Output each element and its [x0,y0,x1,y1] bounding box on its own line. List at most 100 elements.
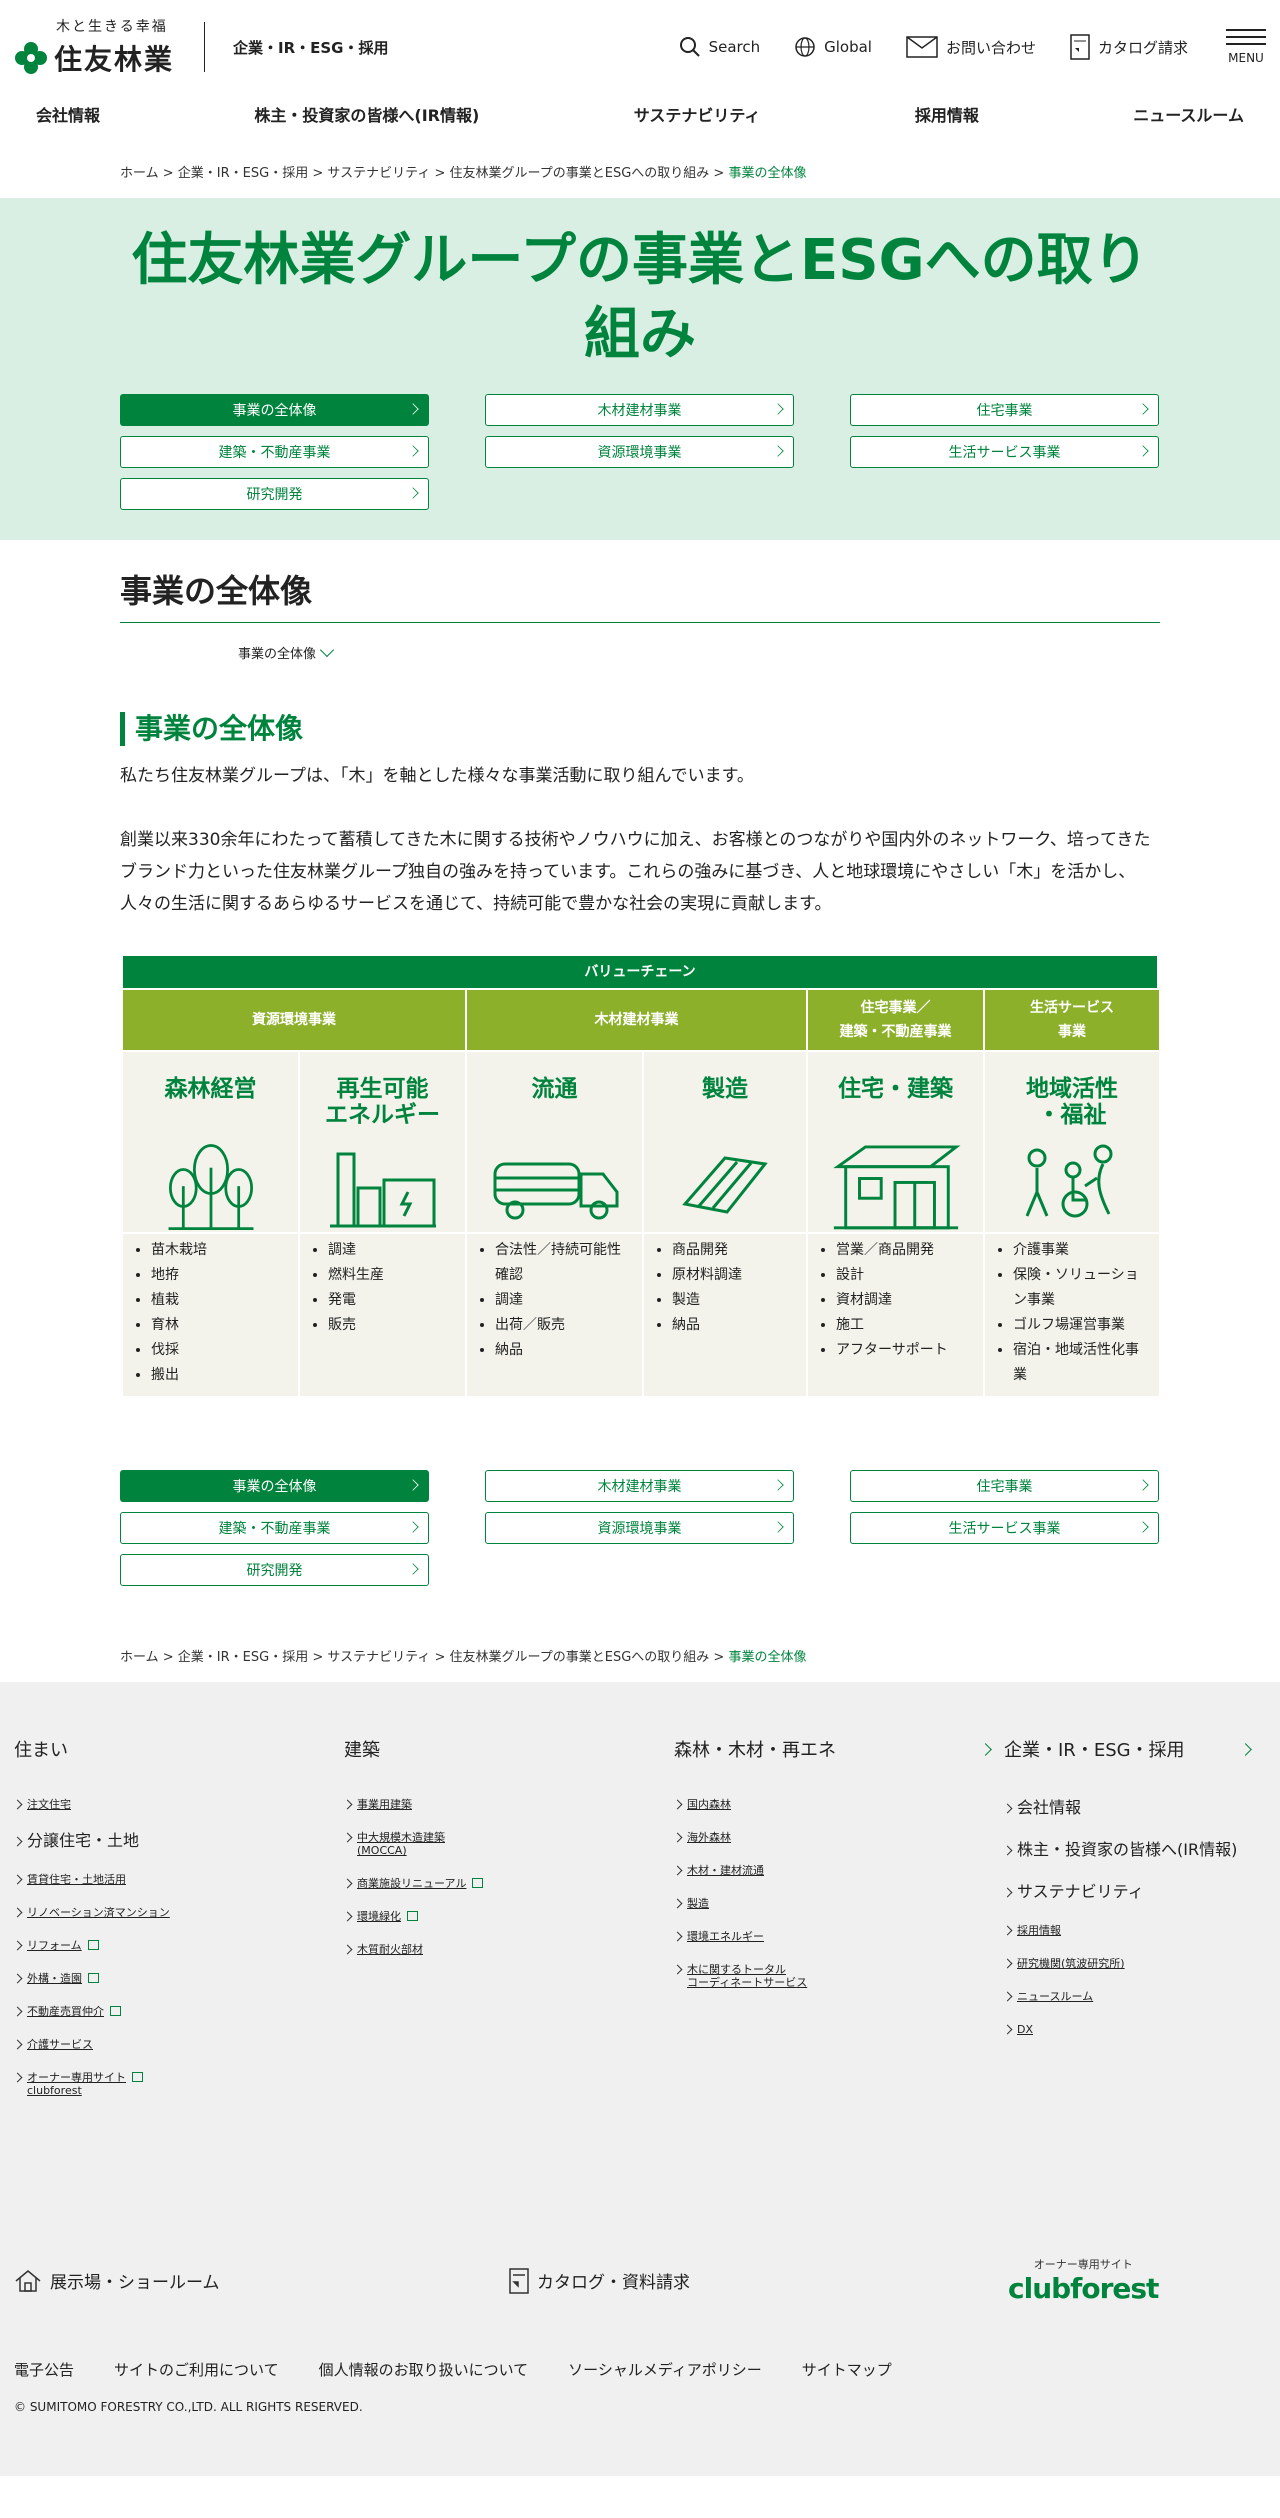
breadcrumb-sustainability[interactable]: サステナビリティ [327,166,430,181]
gnav-newsroom[interactable]: ニュースルーム [1133,102,1244,126]
chevron-right-icon [12,2039,23,2050]
search-button[interactable]: Search [679,36,760,58]
breadcrumb-sustainability[interactable]: サステナビリティ [327,1650,430,1665]
footer-link-label: 木材・建材流通 [687,1864,764,1877]
tab-construction[interactable]: 建築・不動産事業 [120,436,429,468]
link-sitemap[interactable]: サイトマップ [802,2359,892,2380]
chevron-right-icon [1002,1925,1013,1936]
breadcrumb-esg[interactable]: 住友林業グループの事業とESGへの取り組み [450,166,710,181]
global-button[interactable]: Global [794,36,872,58]
footer-link[interactable]: 商業施設リニューアル [342,1877,674,1890]
chevron-right-icon [1002,1803,1013,1814]
site-logo[interactable]: 木と生きる幸福 住友林業 [14,16,182,78]
gnav-recruit[interactable]: 採用情報 [915,102,979,126]
footer-columns: 住まい 注文住宅分譲住宅・土地賃貸住宅・土地活用リノベーション済マンションリフォ… [12,1734,1266,2117]
footer-link[interactable]: オーナー専用サイト clubforest [12,2071,344,2097]
hero: 住友林業グループの事業とESGへの取り組み 事業の全体像 木材建材事業 住宅事業… [0,198,1280,540]
tab-research[interactable]: 研究開発 [120,478,429,510]
link-privacy[interactable]: 個人情報のお取り扱いについて [319,2359,529,2380]
link-site-terms[interactable]: サイトのご利用について [114,2359,279,2380]
tab-research[interactable]: 研究開発 [120,1554,429,1586]
footer-link[interactable]: サステナビリティ [1002,1882,1264,1902]
contact-button[interactable]: お問い合わせ [906,36,1036,58]
breadcrumb-corporate[interactable]: 企業・IR・ESG・採用 [178,166,308,181]
showroom-link[interactable]: 展示場・ショールーム [14,2268,509,2293]
clubforest-link[interactable]: オーナー専用サイト clubforest [1008,2256,1159,2305]
footer-link-label: 事業用建築 [357,1798,412,1811]
tab-timber[interactable]: 木材建材事業 [485,394,794,426]
footer-link[interactable]: 研究機関(筑波研究所) [1002,1957,1264,1970]
tab-resources[interactable]: 資源環境事業 [485,436,794,468]
footer-link-label: 不動産売買仲介 [27,2005,104,2018]
tab-overview[interactable]: 事業の全体像 [120,1470,429,1502]
business-tabs: 事業の全体像 木材建材事業 住宅事業 建築・不動産事業 資源環境事業 生活サービ… [120,394,1160,510]
tab-lifestyle[interactable]: 生活サービス事業 [850,1512,1159,1544]
header-divider [204,22,205,72]
menu-button[interactable]: MENU [1226,29,1266,65]
footer-link[interactable]: 注文住宅 [12,1798,344,1811]
footer-link[interactable]: 木質耐火部材 [342,1943,674,1956]
care-icon [1025,1144,1113,1218]
footer-heading[interactable]: 森林・木材・再エネ [674,1734,1004,1764]
footer-link[interactable]: 事業用建築 [342,1798,674,1811]
tab-housing[interactable]: 住宅事業 [850,394,1159,426]
catalog-button[interactable]: カタログ請求 [1070,34,1188,60]
footer-link[interactable]: リノベーション済マンション [12,1906,344,1919]
anchor-link[interactable]: 事業の全体像 [238,642,1160,662]
chevron-right-icon [407,1479,419,1491]
gnav-sustainability[interactable]: サステナビリティ [634,102,761,126]
breadcrumb-home[interactable]: ホーム [120,166,159,181]
breadcrumb-esg[interactable]: 住友林業グループの事業とESGへの取り組み [450,1650,710,1665]
footer-link-label: 国内森林 [687,1798,731,1811]
gnav-company[interactable]: 会社情報 [36,102,100,126]
tab-construction[interactable]: 建築・不動産事業 [120,1512,429,1544]
breadcrumb-home[interactable]: ホーム [120,1650,159,1665]
footer-link[interactable]: 海外森林 [672,1831,1004,1844]
chevron-right-icon [407,445,419,457]
footer-link-label: リノベーション済マンション [27,1906,170,1919]
footer-link[interactable]: 外構・造園 [12,1972,344,1985]
link-public-notice[interactable]: 電子公告 [14,2359,74,2380]
tab-overview[interactable]: 事業の全体像 [120,394,429,426]
breadcrumb-corporate[interactable]: 企業・IR・ESG・採用 [178,1650,308,1665]
footer-link[interactable]: 採用情報 [1002,1924,1264,1937]
tab-lifestyle[interactable]: 生活サービス事業 [850,436,1159,468]
footer-link[interactable]: 賃貸住宅・土地活用 [12,1873,344,1886]
gnav-ir[interactable]: 株主・投資家の皆様へ(IR情報) [254,102,479,126]
footer-link[interactable]: リフォーム [12,1939,344,1952]
footer-link[interactable]: 分譲住宅・土地 [12,1831,344,1851]
header-subtitle[interactable]: 企業・IR・ESG・採用 [233,37,389,58]
footer-link[interactable]: 株主・投資家の皆様へ(IR情報) [1002,1840,1264,1860]
footer-link[interactable]: 木材・建材流通 [672,1864,1004,1877]
footer-link[interactable]: 国内森林 [672,1798,1004,1811]
tab-housing[interactable]: 住宅事業 [850,1470,1159,1502]
footer-link[interactable]: 環境エネルギー [672,1930,1004,1943]
footer-link[interactable]: 木に関するトータル コーディネートサービス [672,1963,1004,1989]
tab-resources[interactable]: 資源環境事業 [485,1512,794,1544]
footer-link[interactable]: 介護サービス [12,2038,344,2051]
footer-link[interactable]: DX [1002,2023,1264,2036]
footer-link[interactable]: 不動産売買仲介 [12,2005,344,2018]
footer-link[interactable]: 製造 [672,1897,1004,1910]
footer-link[interactable]: 会社情報 [1002,1798,1264,1818]
footer-link[interactable]: ニュースルーム [1002,1990,1264,2003]
footer-link-label: 木に関するトータル コーディネートサービス [687,1963,808,1989]
business-tabs-bottom: 事業の全体像 木材建材事業 住宅事業 建築・不動産事業 資源環境事業 生活サービ… [120,1470,1160,1586]
chevron-right-icon [772,445,784,457]
link-social-policy[interactable]: ソーシャルメディアポリシー [568,2359,762,2380]
tab-timber[interactable]: 木材建材事業 [485,1470,794,1502]
breadcrumb-bottom: ホーム > 企業・IR・ESG・採用 > サステナビリティ > 住友林業グループ… [120,1650,807,1665]
stage-energy: 再生可能 エネルギー [300,1052,465,1232]
footer-col-housing: 住まい 注文住宅分譲住宅・土地賃貸住宅・土地活用リノベーション済マンションリフォ… [12,1734,344,2117]
chevron-right-icon [342,1878,353,1889]
footer-heading[interactable]: 企業・IR・ESG・採用 [1004,1734,1264,1764]
section-title: 事業の全体像 [120,566,1160,623]
catalog-request-link[interactable]: カタログ・資料請求 [509,2267,1004,2294]
footer-link[interactable]: 環境緑化 [342,1910,674,1923]
footer-heading[interactable]: 住まい [14,1734,344,1764]
footer-link[interactable]: 中大規模木造建築 (MOCCA) [342,1831,674,1857]
footer-link-label: 分譲住宅・土地 [27,1831,140,1850]
activities-manufacturing: 商品開発原材料調達製造納品 [644,1234,806,1396]
footer-heading[interactable]: 建築 [344,1734,674,1764]
category-resources: 資源環境事業 [123,990,465,1050]
